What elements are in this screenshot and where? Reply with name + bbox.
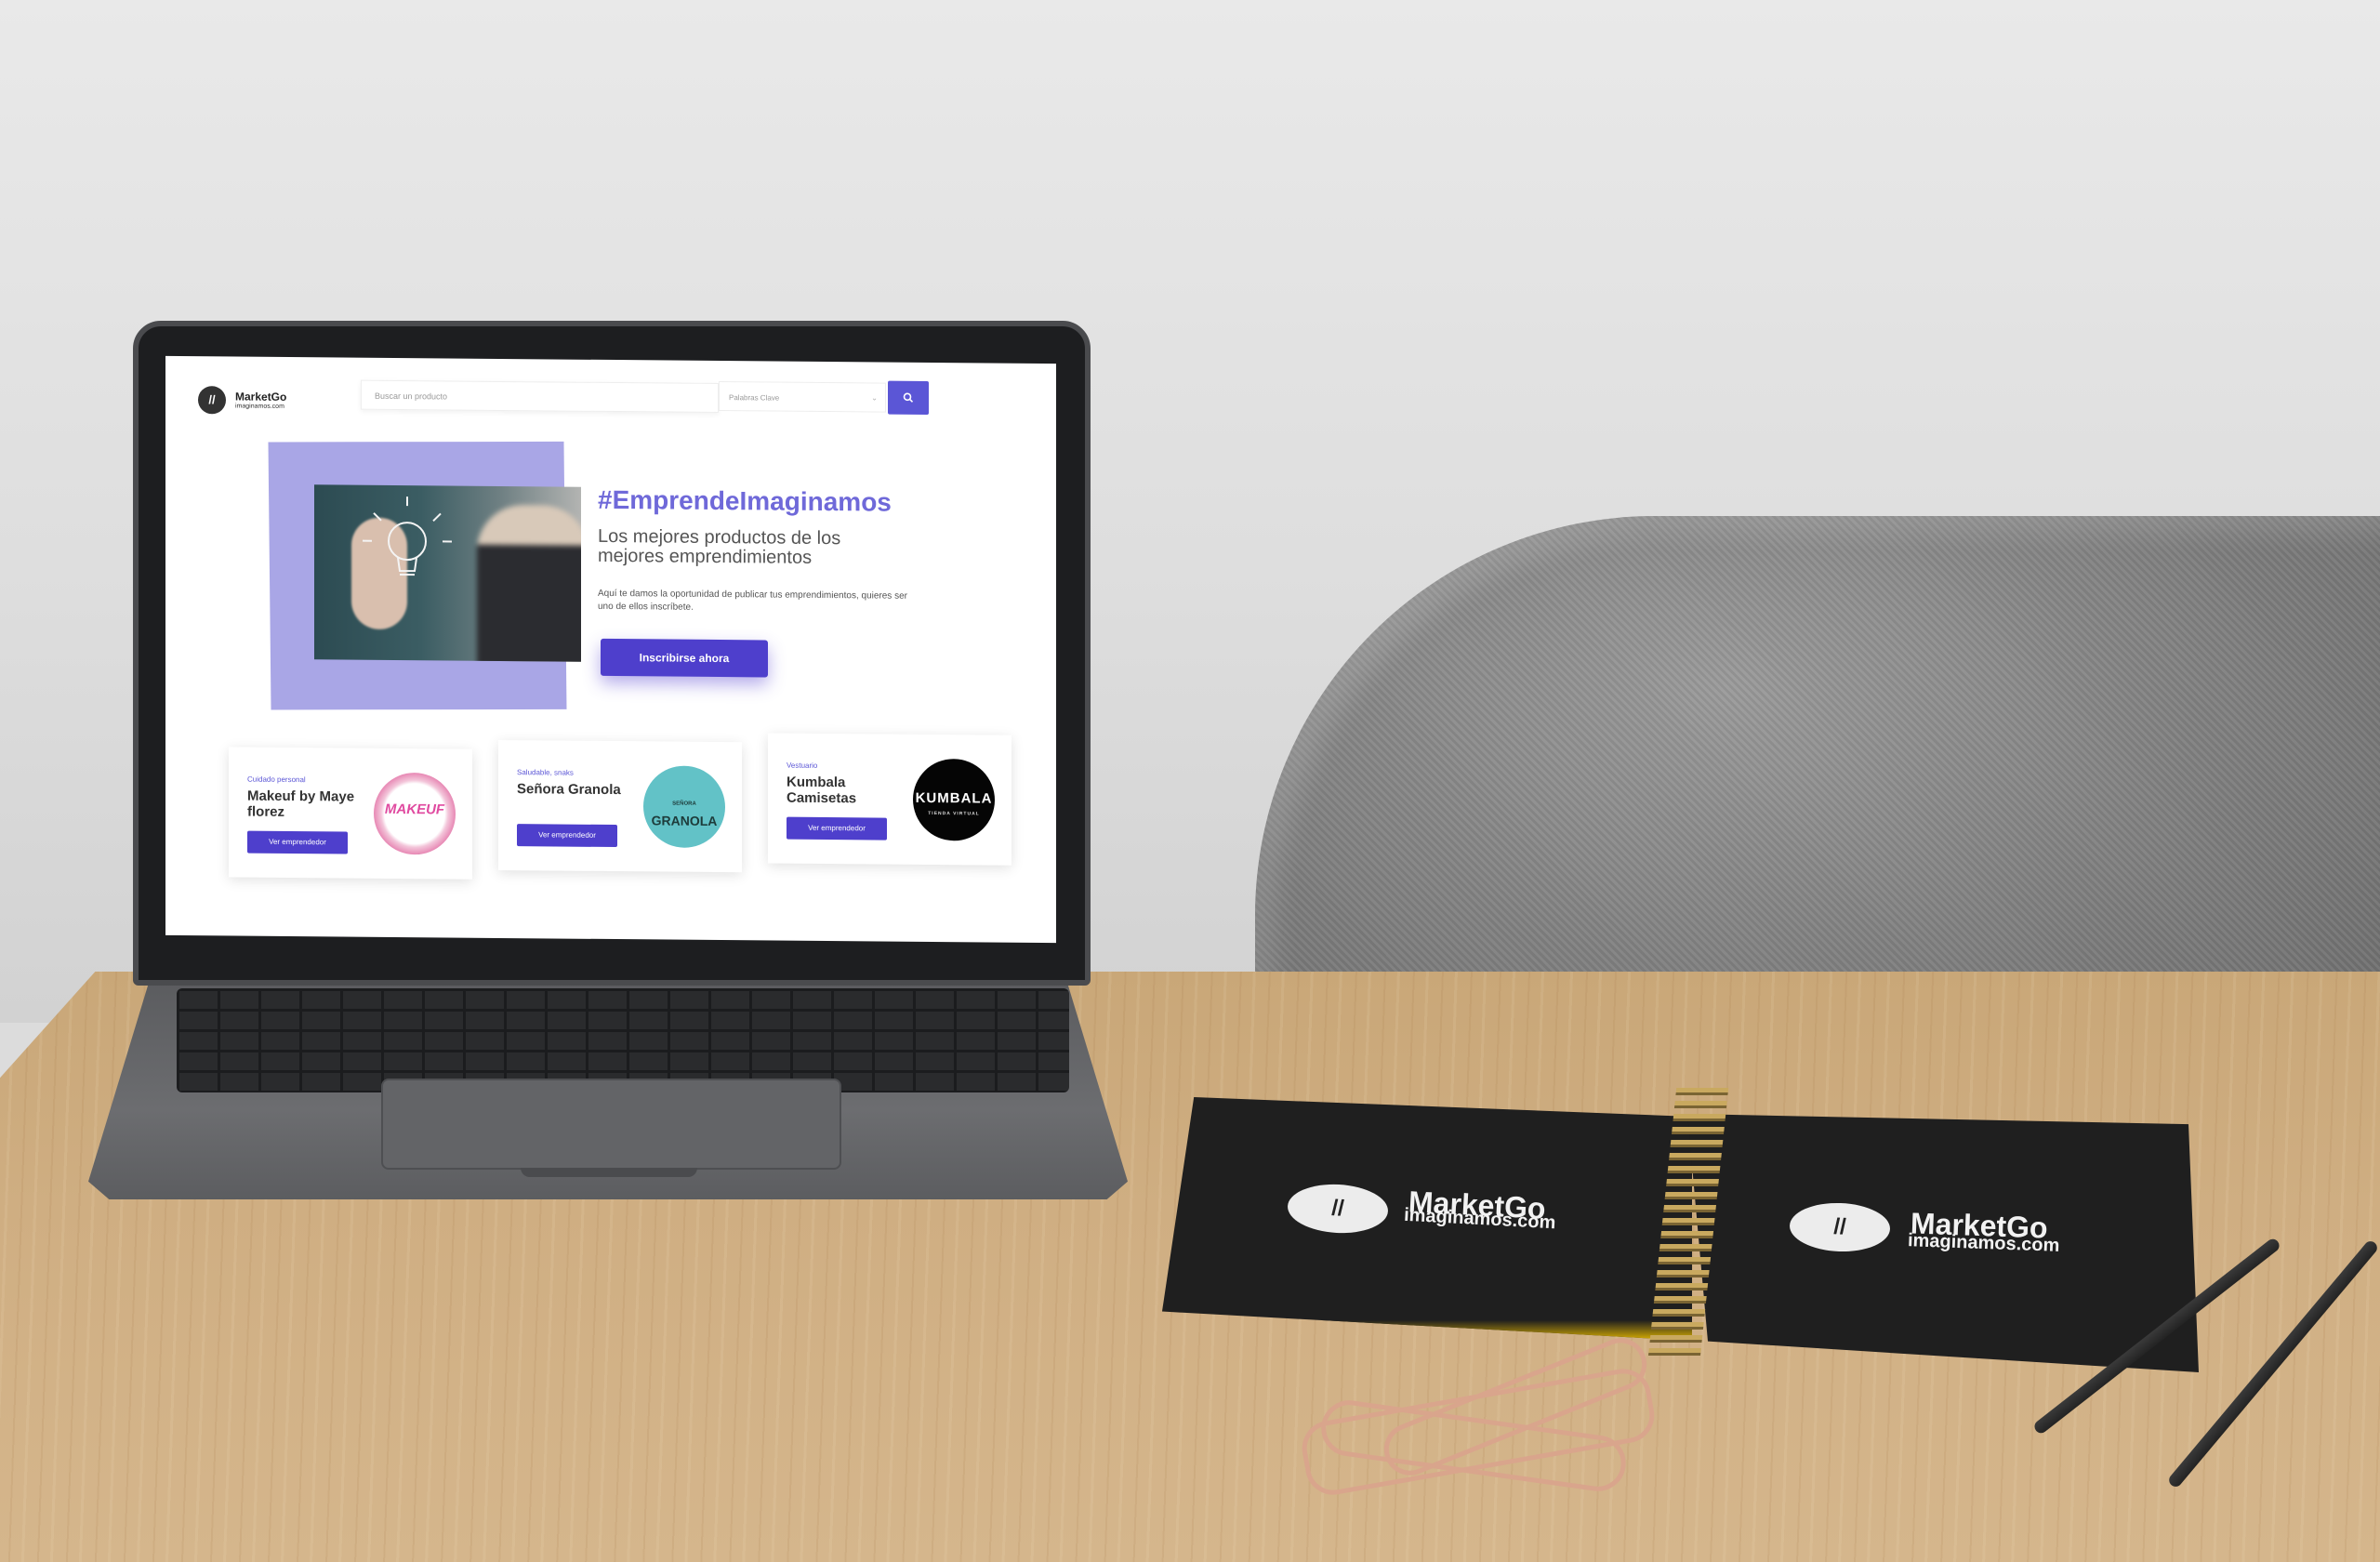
brand-domain: imaginamos.com xyxy=(235,403,284,410)
brand-name[interactable]: MarketGo xyxy=(235,390,286,403)
brand-logo-icon[interactable]: // xyxy=(198,386,226,415)
card-name: Señora Granola xyxy=(517,781,621,799)
kumbala-logo-text: KUMBALA xyxy=(915,789,993,807)
card-category: Saludable, snaks xyxy=(517,768,574,777)
keyword-select-label: Palabras Clave xyxy=(729,393,780,403)
hero-title: #EmprendeImaginamos xyxy=(598,484,892,517)
laptop-front-notch xyxy=(521,1168,697,1177)
view-entrepreneur-button[interactable]: Ver emprendedor xyxy=(517,824,617,848)
granola-logo-text: GRANOLA xyxy=(651,813,718,828)
card-category: Cuidado personal xyxy=(247,774,306,785)
granola-logo: SEÑORA GRANOLA xyxy=(643,765,725,849)
makeuf-logo: MAKEUF By Maye Florez xyxy=(374,772,456,855)
chevron-down-icon: ⌄ xyxy=(871,393,878,403)
card-name: Makeuf by Maye florez xyxy=(247,788,355,820)
search-input[interactable]: Buscar un producto xyxy=(361,379,719,414)
hero-photo-lightbulb xyxy=(314,484,581,662)
entrepreneur-card: Saludable, snaks Señora Granola Ver empr… xyxy=(498,739,742,873)
laptop-trackpad xyxy=(381,1079,841,1170)
entrepreneur-card: Vestuario Kumbala Camisetas Ver emprende… xyxy=(768,733,1012,866)
search-icon xyxy=(903,392,914,403)
lightbulb-sketch-icon xyxy=(363,496,452,576)
view-entrepreneur-button[interactable]: Ver emprendedor xyxy=(787,816,887,841)
card-category: Vestuario xyxy=(787,761,818,770)
hero-subtitle: Los mejores productos de los mejores emp… xyxy=(598,525,841,568)
hero-description: Aquí te damos la oportunidad de publicar… xyxy=(598,588,907,613)
laptop-keyboard xyxy=(177,988,1069,1092)
kumbala-logo-sub: TIENDA VIRTUAL xyxy=(928,810,980,817)
makeuf-logo-sub: By Maye Florez xyxy=(374,819,456,855)
search-button[interactable] xyxy=(888,380,929,415)
card-name: Kumbala Camisetas xyxy=(787,774,857,807)
site-header: // MarketGo imaginamos.com Buscar un pro… xyxy=(165,356,1056,429)
view-entrepreneur-button[interactable]: Ver emprendedor xyxy=(247,830,348,854)
granola-logo-sub: SEÑORA xyxy=(672,801,696,807)
kumbala-logo: KUMBALA TIENDA VIRTUAL xyxy=(913,758,995,841)
signup-button[interactable]: Inscribirse ahora xyxy=(601,638,768,678)
keyword-select[interactable]: Palabras Clave ⌄ xyxy=(719,381,886,413)
makeuf-logo-text: MAKEUF xyxy=(384,801,445,818)
entrepreneur-card: Cuidado personal Makeuf by Maye florez V… xyxy=(229,747,472,880)
laptop-screen: // MarketGo imaginamos.com Buscar un pro… xyxy=(165,355,1056,944)
